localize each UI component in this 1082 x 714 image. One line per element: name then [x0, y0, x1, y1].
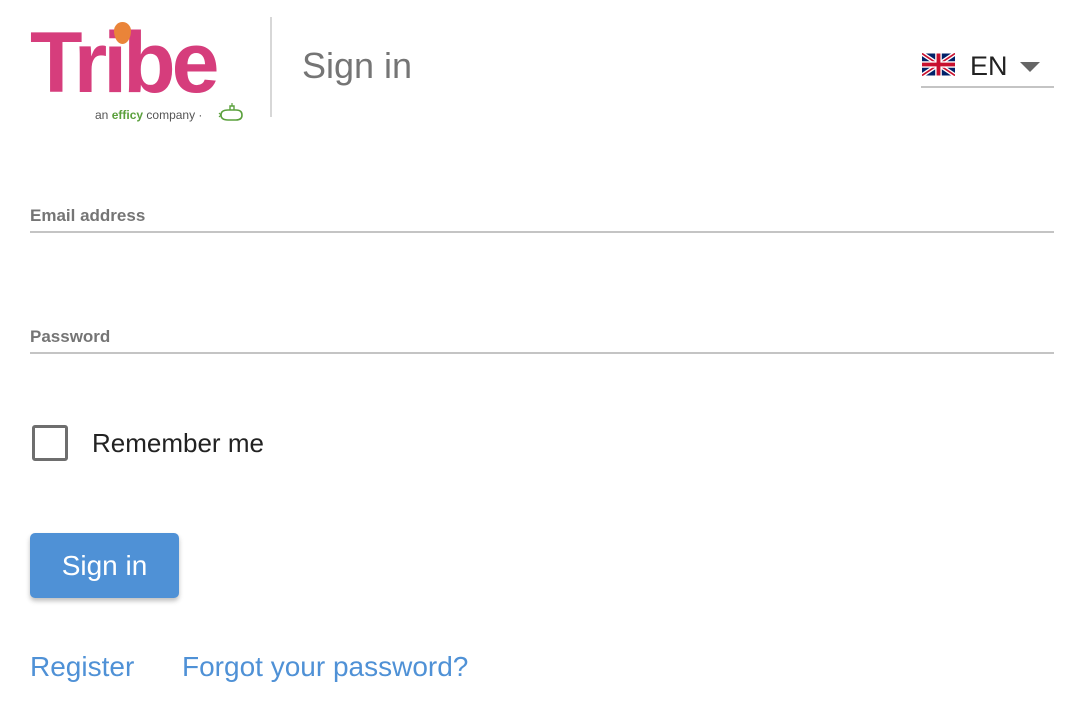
- email-input[interactable]: [30, 191, 1058, 233]
- forgot-password-link[interactable]: Forgot your password?: [182, 650, 468, 684]
- tagline-suffix: company ·: [146, 108, 203, 122]
- chevron-down-icon: [1020, 62, 1040, 72]
- email-field: Email address: [30, 191, 1058, 233]
- tagline-prefix: an: [95, 108, 109, 122]
- password-input[interactable]: [30, 312, 1058, 354]
- remember-me-option[interactable]: Remember me: [32, 424, 332, 462]
- tribe-logo: Tribe an efficy company ·: [30, 16, 244, 126]
- uk-flag-icon: [922, 53, 955, 76]
- tagline-brand: efficy: [111, 108, 144, 122]
- sign-in-page: Tribe an efficy company · Sign in EN Ema…: [0, 0, 1082, 714]
- language-select[interactable]: EN: [921, 46, 1054, 88]
- logo-tagline: an efficy company ·: [95, 108, 202, 122]
- page-title: Sign in: [302, 45, 413, 86]
- sign-in-button[interactable]: Sign in: [30, 533, 179, 598]
- remember-me-checkbox[interactable]: [32, 425, 68, 461]
- header-divider: [270, 17, 272, 117]
- submarine-icon: [218, 103, 243, 121]
- language-selected-label: EN: [970, 51, 1008, 81]
- register-link[interactable]: Register: [30, 650, 134, 684]
- password-field: Password: [30, 312, 1058, 354]
- remember-me-label: Remember me: [92, 428, 264, 458]
